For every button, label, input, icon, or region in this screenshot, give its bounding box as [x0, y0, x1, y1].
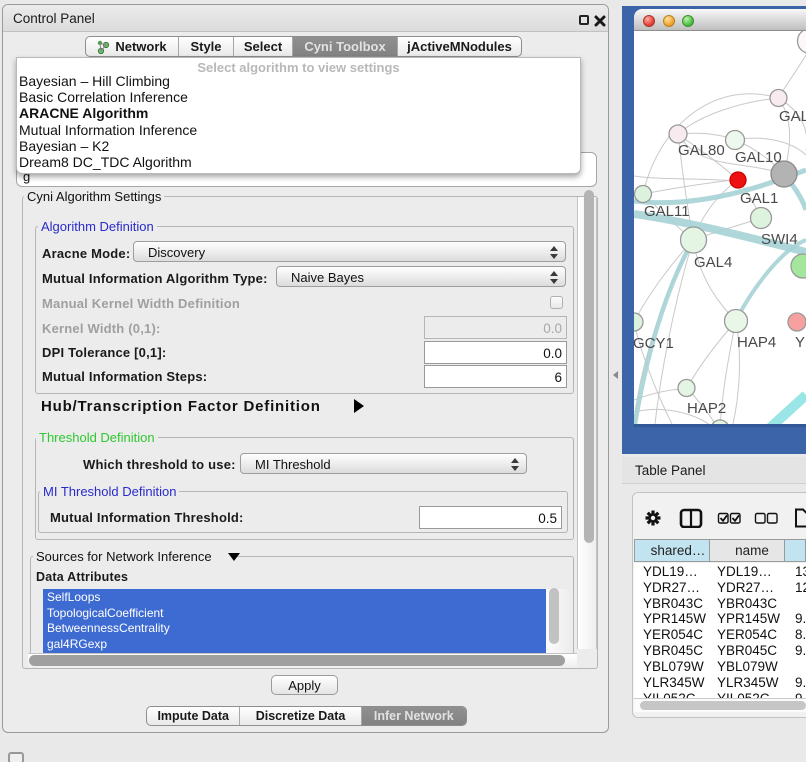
svg-text:GAL7: GAL7 [779, 108, 806, 125]
svg-text:GAL11: GAL11 [644, 203, 690, 220]
svg-text:GAL4: GAL4 [694, 254, 732, 271]
svg-text:YP: YP [795, 334, 806, 351]
svg-text:HAP4: HAP4 [737, 334, 776, 351]
svg-text:GAL80: GAL80 [678, 142, 725, 159]
svg-text:HAP2: HAP2 [687, 400, 726, 417]
svg-text:GCY1: GCY1 [634, 335, 674, 352]
svg-text:GAL10: GAL10 [735, 149, 782, 166]
svg-text:SWI4: SWI4 [761, 231, 798, 248]
svg-text:GAL1: GAL1 [740, 190, 778, 207]
